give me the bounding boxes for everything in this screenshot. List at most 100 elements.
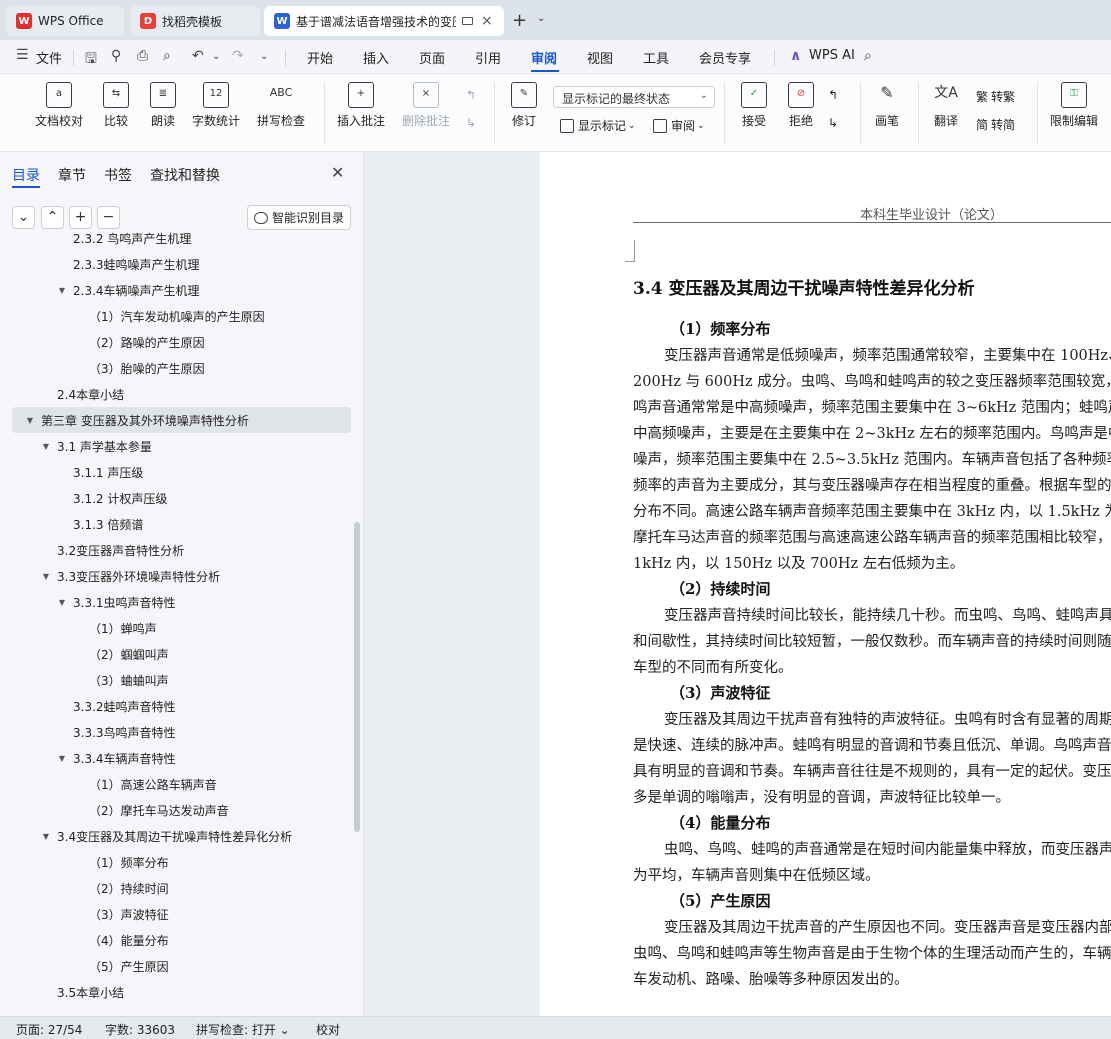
- to-simplified-button[interactable]: 简 转简: [976, 116, 1015, 133]
- menu-page[interactable]: 页面: [419, 48, 445, 67]
- toc-item[interactable]: （2）蝈蝈叫声: [0, 641, 352, 667]
- toc-item[interactable]: 3.1.1 声压级: [0, 459, 352, 485]
- toc-item[interactable]: （2）路噪的产生原因: [0, 329, 352, 355]
- toc-item[interactable]: （2）持续时间: [0, 875, 352, 901]
- button-label: 审阅: [671, 119, 696, 133]
- menu-reference[interactable]: 引用: [475, 48, 501, 67]
- wps-ai-icon[interactable]: ∧: [790, 48, 801, 64]
- doc-proof-button[interactable]: a 文档校对: [30, 82, 88, 129]
- next-change-icon[interactable]: ↳: [828, 116, 838, 130]
- tab-find-replace[interactable]: 查找和替换: [150, 165, 220, 185]
- show-markup-button[interactable]: 显示标记 ⌄: [560, 117, 636, 134]
- menu-file[interactable]: 文件: [36, 48, 62, 67]
- toc-item[interactable]: ▼ 3.3变压器外环境噪声特性分析: [0, 563, 352, 589]
- restrict-edit-button[interactable]: ⚿ 限制编辑: [1049, 82, 1099, 129]
- delete-comment-button[interactable]: × 删除批注: [397, 82, 455, 129]
- toc-item[interactable]: （2）摩托车马达发动声音: [0, 797, 352, 823]
- menu-view[interactable]: 视图: [587, 48, 613, 67]
- proof-indicator[interactable]: 校对: [316, 1021, 340, 1038]
- expand-toggle-icon[interactable]: ▼: [24, 416, 36, 425]
- scrollbar-thumb[interactable]: [354, 522, 360, 832]
- tab-wps-office[interactable]: W WPS Office: [6, 6, 124, 36]
- page-indicator[interactable]: 页面: 27/54: [16, 1021, 82, 1038]
- toc-item[interactable]: （1）高速公路车辆声音: [0, 771, 352, 797]
- toc-item[interactable]: 3.5本章小结: [0, 979, 352, 1005]
- compare-button[interactable]: ⇆ 比较: [98, 82, 134, 129]
- toc-item[interactable]: （1）频率分布: [0, 849, 352, 875]
- menu-review[interactable]: 审阅: [531, 48, 557, 67]
- toc-item[interactable]: （5）产生原因: [0, 953, 352, 979]
- menu-wps-ai[interactable]: WPS AI: [809, 48, 855, 63]
- redo-icon[interactable]: ↷: [232, 48, 244, 64]
- toc-item[interactable]: （4）能量分布: [0, 927, 352, 953]
- tab-document[interactable]: W 基于谱减法语音增强技术的变压 ×: [264, 6, 504, 36]
- toc-item[interactable]: ▼ 第三章 变压器及其外环境噪声特性分析: [12, 407, 351, 433]
- toc-item[interactable]: ▼ 3.3.1虫鸣声音特性: [0, 589, 352, 615]
- expand-toggle-icon[interactable]: ▼: [40, 832, 52, 841]
- to-traditional-button[interactable]: 繁 转繁: [976, 88, 1015, 105]
- toc-item[interactable]: ▼ 3.3.4车辆声音特性: [0, 745, 352, 771]
- tab-docer[interactable]: D 找稻壳模板: [130, 6, 260, 36]
- word-count-button[interactable]: 12 字数统计: [192, 82, 240, 129]
- next-comment-icon[interactable]: ↳: [466, 116, 476, 130]
- toc-item[interactable]: （3）声波特征: [0, 901, 352, 927]
- word-count-indicator[interactable]: 字数: 33603: [105, 1021, 175, 1038]
- toc-item[interactable]: ▼ 3.4变压器及其周边干扰噪声特性差异化分析: [0, 823, 352, 849]
- toc-item[interactable]: 3.1.2 计权声压级: [0, 485, 352, 511]
- expand-toggle-icon[interactable]: ▼: [40, 442, 52, 451]
- expand-toggle-icon[interactable]: ▼: [56, 598, 68, 607]
- toc-item[interactable]: 3.1.3 倍频谱: [0, 511, 352, 537]
- expand-toggle-icon[interactable]: ▼: [40, 572, 52, 581]
- tab-toc[interactable]: 目录: [12, 165, 40, 185]
- reject-button[interactable]: ⊘ 拒绝: [783, 82, 819, 129]
- search-icon[interactable]: ⌕: [864, 48, 872, 64]
- pen-button[interactable]: ✎ 画笔: [872, 82, 902, 129]
- paragraph-line: 是快速、连续的脉冲声。蛙鸣有明显的音调和节奏且低沉、单调。鸟鸣声音清脆悦耳，: [633, 738, 1111, 754]
- review-pane-button[interactable]: 审阅 ⌄: [653, 117, 705, 134]
- monitor-icon[interactable]: [462, 17, 473, 25]
- undo-icon[interactable]: ↶: [192, 48, 204, 64]
- new-tab-icon[interactable]: +: [512, 10, 527, 31]
- hamburger-icon[interactable]: ☰: [16, 47, 29, 63]
- close-tab-icon[interactable]: ×: [481, 13, 493, 29]
- print-icon[interactable]: ⎙: [137, 48, 148, 64]
- tab-chapters[interactable]: 章节: [58, 165, 86, 185]
- markup-state-select[interactable]: 显示标记的最终状态 ⌄: [553, 86, 715, 108]
- menu-tools[interactable]: 工具: [643, 48, 669, 67]
- menu-home[interactable]: 开始: [307, 48, 333, 67]
- accept-button[interactable]: ✓ 接受: [736, 82, 772, 129]
- close-icon[interactable]: ✕: [331, 163, 344, 182]
- read-aloud-button[interactable]: ≣ 朗读: [146, 82, 180, 129]
- tab-bookmarks[interactable]: 书签: [104, 165, 132, 185]
- prev-comment-icon[interactable]: ↰: [466, 88, 476, 102]
- chevron-down-icon[interactable]: ⌄: [537, 13, 545, 24]
- menu-vip[interactable]: 会员专享: [699, 48, 751, 67]
- toc-item[interactable]: 2.4本章小结: [0, 381, 352, 407]
- expand-toggle-icon[interactable]: ▼: [56, 754, 68, 763]
- toc-item[interactable]: 3.3.3鸟鸣声音特性: [0, 719, 352, 745]
- toc-item[interactable]: （1）蝉鸣声: [0, 615, 352, 641]
- toc-item[interactable]: （3）蛐蛐叫声: [0, 667, 352, 693]
- save-icon[interactable]: 🖫: [85, 48, 97, 72]
- revise-button[interactable]: ✎ 修订: [507, 82, 541, 129]
- toc-item[interactable]: （3）胎噪的产生原因: [0, 355, 352, 381]
- menu-insert[interactable]: 插入: [363, 48, 389, 67]
- toc-item[interactable]: ▼ 2.3.4车辆噪声产生机理: [0, 277, 352, 303]
- expand-toggle-icon[interactable]: ▼: [56, 286, 68, 295]
- more-chevron-icon[interactable]: ⌄: [260, 51, 268, 62]
- toc-item[interactable]: 3.3.2蛙鸣声音特性: [0, 693, 352, 719]
- undo-dropdown-icon[interactable]: ⌄: [212, 51, 220, 62]
- spell-check-indicator[interactable]: 拼写检查: 打开 ⌄: [196, 1021, 290, 1038]
- insert-comment-button[interactable]: + 插入批注: [337, 82, 385, 129]
- toc-item[interactable]: 2.3.3蛙鸣噪声产生机理: [0, 251, 352, 277]
- prev-change-icon[interactable]: ↰: [828, 88, 838, 102]
- translate-button[interactable]: 文A 翻译: [928, 82, 964, 129]
- toc-item[interactable]: 2.3.2 鸟鸣声产生机理: [0, 225, 352, 251]
- spell-check-button[interactable]: ABC 拼写检查: [252, 82, 310, 129]
- toc-item[interactable]: ▼ 3.1 声学基本参量: [0, 433, 352, 459]
- toc-item[interactable]: 3.2变压器声音特性分析: [0, 537, 352, 563]
- share-icon[interactable]: ⚲: [111, 48, 121, 64]
- print-preview-icon[interactable]: ⌕: [163, 48, 171, 64]
- document-page[interactable]: 本科生毕业设计（论文） 3.4 变压器及其周边干扰噪声特性差异化分析 （1）频率…: [540, 152, 1111, 1016]
- toc-item[interactable]: （1）汽车发动机噪声的产生原因: [0, 303, 352, 329]
